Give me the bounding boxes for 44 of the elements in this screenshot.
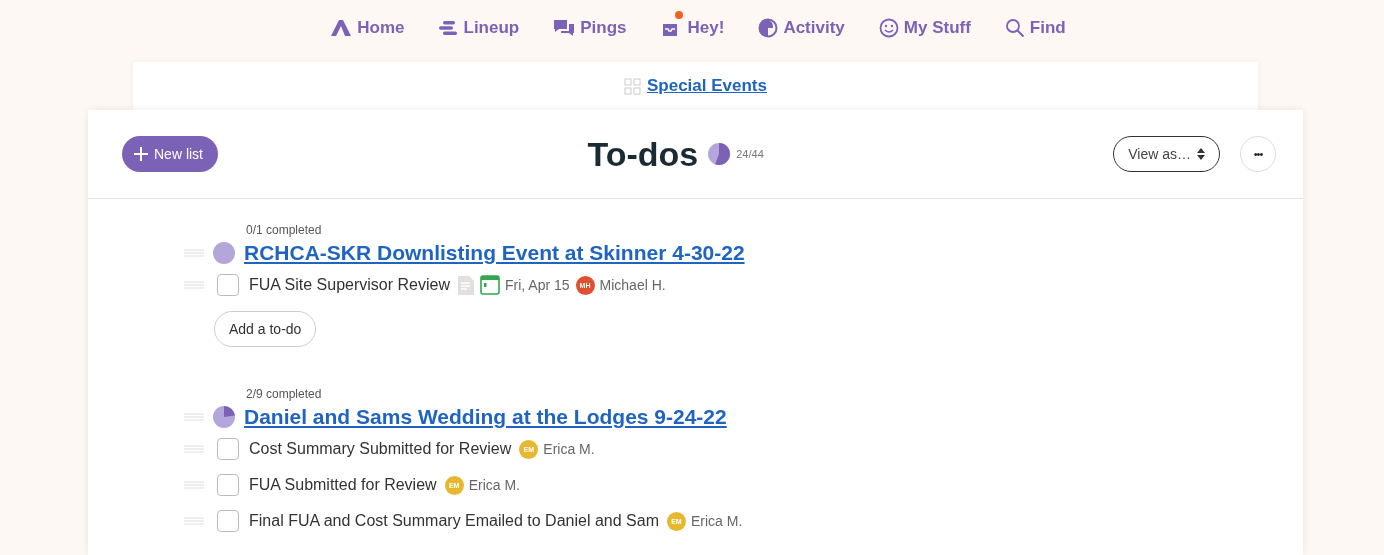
project-link[interactable]: Special Events <box>647 76 767 96</box>
plus-icon <box>134 147 148 161</box>
nav-link[interactable]: Home <box>330 10 405 42</box>
todo-text[interactable]: FUA Submitted for Review <box>249 476 437 494</box>
chat-bubbles-icon <box>553 19 576 37</box>
nav-link[interactable]: Find <box>1004 10 1066 42</box>
todo-checkbox[interactable] <box>217 438 239 460</box>
assignee-name[interactable]: Michael H. <box>599 277 666 293</box>
more-button[interactable]: ••• <box>1240 136 1276 172</box>
new-list-button[interactable]: New list <box>122 136 218 172</box>
progress-pie <box>213 242 235 264</box>
page-title: To-dos <box>587 134 699 174</box>
grid-icon <box>624 77 641 95</box>
completion-count: 2/9 completed <box>246 387 323 401</box>
progress-count: 24/44 <box>736 148 764 160</box>
todo-text[interactable]: Cost Summary Submitted for Review <box>249 440 512 458</box>
nav-link[interactable]: My Stuff <box>878 10 971 42</box>
todo-checkbox[interactable] <box>217 274 239 296</box>
list-title-link[interactable]: RCHCA-SKR Downlisting Event at Skinner 4-30-22 <box>244 241 745 265</box>
completion-count: 0/1 completed <box>246 223 323 237</box>
todo-checkbox[interactable] <box>217 510 239 532</box>
assignee-name[interactable]: Erica M. <box>468 477 520 493</box>
list-title-link[interactable]: Daniel and Sams Wedding at the Lodges 9-24-22 <box>244 405 727 429</box>
progress-pie <box>708 143 731 165</box>
view-as-dropdown[interactable]: View as… <box>1113 136 1220 172</box>
todo-text[interactable]: FUA Site Supervisor Review <box>249 276 450 294</box>
search-icon <box>1004 18 1025 38</box>
todo-checkbox[interactable] <box>217 474 239 496</box>
home-icon <box>330 19 353 37</box>
sort-arrows-icon <box>1197 148 1205 160</box>
nav-link[interactable]: Pings <box>553 10 627 42</box>
nav-link[interactable]: Lineup <box>438 10 520 42</box>
due-date: Fri, Apr 15 <box>504 277 570 293</box>
lineup-icon <box>438 20 459 36</box>
progress-pie <box>213 406 235 428</box>
nav-link[interactable]: Hey! <box>660 10 725 42</box>
todo-text[interactable]: Final FUA and Cost Summary Emailed to Daniel and Sam <box>249 512 659 530</box>
half-circle-icon <box>758 18 779 38</box>
add-todo-button[interactable]: Add a to-do <box>214 311 317 347</box>
smiley-icon <box>878 18 899 38</box>
assignee-name[interactable]: Erica M. <box>543 441 595 457</box>
calendar-icon <box>479 275 500 295</box>
nav-link[interactable]: Activity <box>758 10 845 42</box>
assignee-name[interactable]: Erica M. <box>690 513 743 529</box>
